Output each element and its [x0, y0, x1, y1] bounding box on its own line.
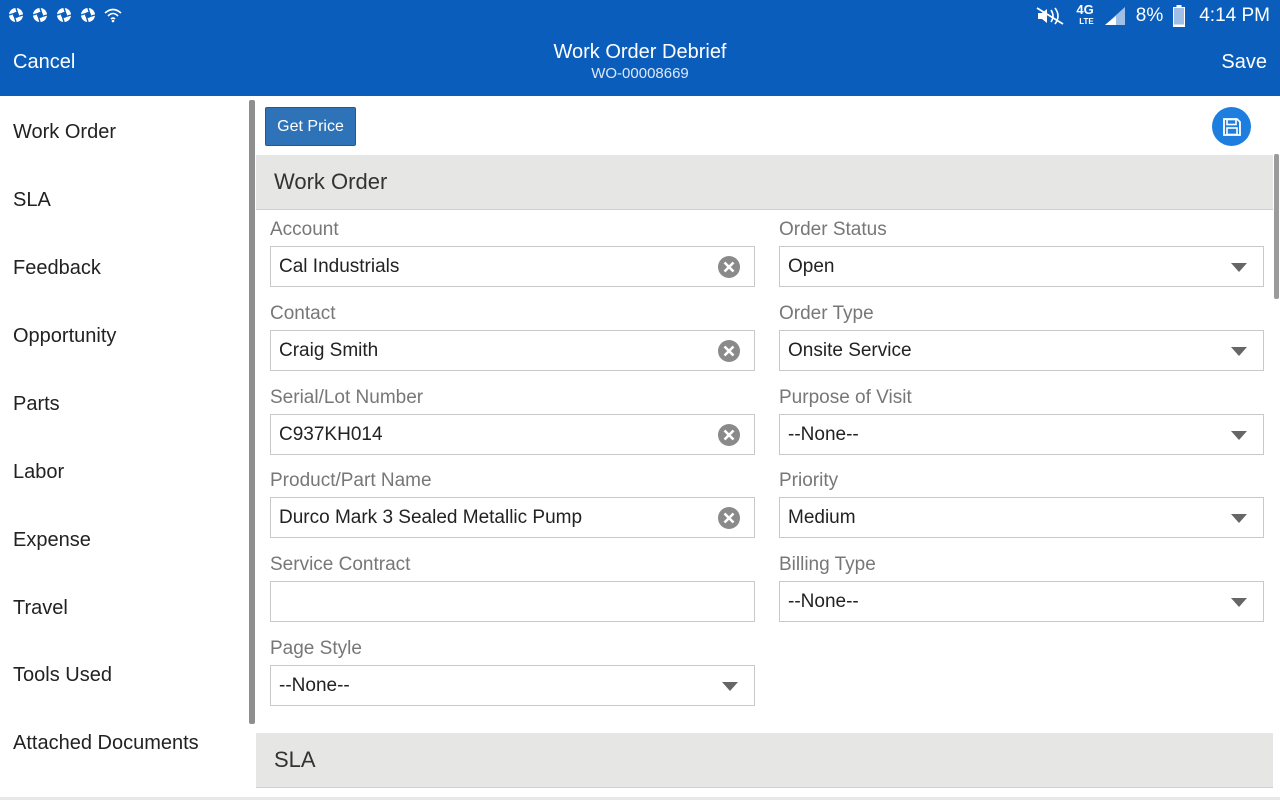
- section-header-work-order[interactable]: Work Order: [256, 155, 1273, 210]
- priority-select[interactable]: Medium: [779, 497, 1264, 538]
- save-button[interactable]: Save: [1221, 51, 1267, 74]
- order-status-select[interactable]: Open: [779, 246, 1264, 287]
- account-label: Account: [270, 219, 339, 240]
- page-style-label: Page Style: [270, 638, 362, 659]
- get-price-button[interactable]: Get Price: [265, 107, 356, 146]
- chevron-down-icon[interactable]: [1231, 347, 1247, 356]
- clear-icon[interactable]: [717, 255, 741, 279]
- chevron-down-icon[interactable]: [1231, 431, 1247, 440]
- sidebar-scrollbar[interactable]: [249, 100, 255, 724]
- battery-icon: [1173, 5, 1186, 27]
- service-contract-label: Service Contract: [270, 554, 411, 575]
- page-style-select[interactable]: --None--: [270, 665, 755, 706]
- aperture-icon: [80, 7, 96, 23]
- section-header-sla[interactable]: SLA: [256, 733, 1273, 788]
- sidebar-item-expense[interactable]: Expense: [13, 529, 91, 552]
- sidebar-item-travel[interactable]: Travel: [13, 597, 68, 620]
- product-label: Product/Part Name: [270, 470, 432, 491]
- sidebar-item-opportunity[interactable]: Opportunity: [13, 325, 116, 348]
- mute-icon: [1036, 7, 1064, 25]
- main-scrollbar[interactable]: [1274, 154, 1279, 299]
- clock: 4:14 PM: [1199, 5, 1270, 26]
- work-order-number: WO-00008669: [591, 65, 689, 82]
- save-fab-button[interactable]: [1212, 107, 1251, 146]
- order-status-label: Order Status: [779, 219, 887, 240]
- billing-type-label: Billing Type: [779, 554, 876, 575]
- order-status-value: Open: [788, 255, 835, 277]
- order-type-label: Order Type: [779, 303, 874, 324]
- billing-type-select[interactable]: --None--: [779, 581, 1264, 622]
- purpose-select[interactable]: --None--: [779, 414, 1264, 455]
- sidebar-item-attached-documents[interactable]: Attached Documents: [13, 732, 199, 755]
- sidebar-item-work-order[interactable]: Work Order: [13, 121, 116, 144]
- billing-type-value: --None--: [788, 590, 859, 612]
- purpose-label: Purpose of Visit: [779, 387, 912, 408]
- chevron-down-icon[interactable]: [1231, 514, 1247, 523]
- sidebar-item-feedback[interactable]: Feedback: [13, 257, 101, 280]
- purpose-value: --None--: [788, 423, 859, 445]
- chevron-down-icon[interactable]: [1231, 263, 1247, 272]
- product-field[interactable]: Durco Mark 3 Sealed Metallic Pump: [270, 497, 755, 538]
- status-bar: 4G LTE 8% 4:14 PM: [0, 0, 1280, 32]
- wifi-icon: [104, 8, 122, 23]
- aperture-icon: [8, 7, 24, 23]
- floppy-disk-icon: [1222, 117, 1241, 136]
- contact-value: Craig Smith: [279, 339, 379, 361]
- page-style-value: --None--: [279, 674, 350, 696]
- app-bar: 4G LTE 8% 4:14 PM Cancel Work Order Debri…: [0, 0, 1280, 96]
- sidebar-item-tools-used[interactable]: Tools Used: [13, 664, 112, 687]
- clear-icon[interactable]: [717, 423, 741, 447]
- chevron-down-icon[interactable]: [722, 682, 738, 691]
- page-title: Work Order Debrief: [553, 41, 727, 63]
- status-left-icons: [8, 7, 122, 23]
- network-indicator: 4G LTE: [1076, 2, 1094, 26]
- service-contract-field[interactable]: [270, 581, 755, 622]
- header-titles: Work Order Debrief WO-00008669: [340, 40, 940, 83]
- sidebar-item-parts[interactable]: Parts: [13, 393, 60, 416]
- account-field[interactable]: Cal Industrials: [270, 246, 755, 287]
- contact-field[interactable]: Craig Smith: [270, 330, 755, 371]
- account-value: Cal Industrials: [279, 255, 400, 277]
- sidebar: Work Order SLA Feedback Opportunity Part…: [0, 96, 249, 800]
- priority-value: Medium: [788, 506, 856, 528]
- order-type-select[interactable]: Onsite Service: [779, 330, 1264, 371]
- status-right: 4G LTE 8% 4:14 PM: [1034, 2, 1270, 28]
- clear-icon[interactable]: [717, 506, 741, 530]
- aperture-icon: [32, 7, 48, 23]
- serial-field[interactable]: C937KH014: [270, 414, 755, 455]
- aperture-icon: [56, 7, 72, 23]
- cancel-button[interactable]: Cancel: [13, 51, 75, 74]
- battery-level: 8%: [1135, 5, 1164, 26]
- serial-label: Serial/Lot Number: [270, 387, 424, 408]
- product-value: Durco Mark 3 Sealed Metallic Pump: [279, 506, 583, 528]
- contact-label: Contact: [270, 303, 336, 324]
- priority-label: Priority: [779, 470, 839, 491]
- order-type-value: Onsite Service: [788, 339, 912, 361]
- sidebar-item-labor[interactable]: Labor: [13, 461, 64, 484]
- sidebar-item-sla[interactable]: SLA: [13, 189, 51, 212]
- serial-value: C937KH014: [279, 423, 383, 445]
- signal-icon: [1104, 7, 1125, 25]
- clear-icon[interactable]: [717, 339, 741, 363]
- chevron-down-icon[interactable]: [1231, 598, 1247, 607]
